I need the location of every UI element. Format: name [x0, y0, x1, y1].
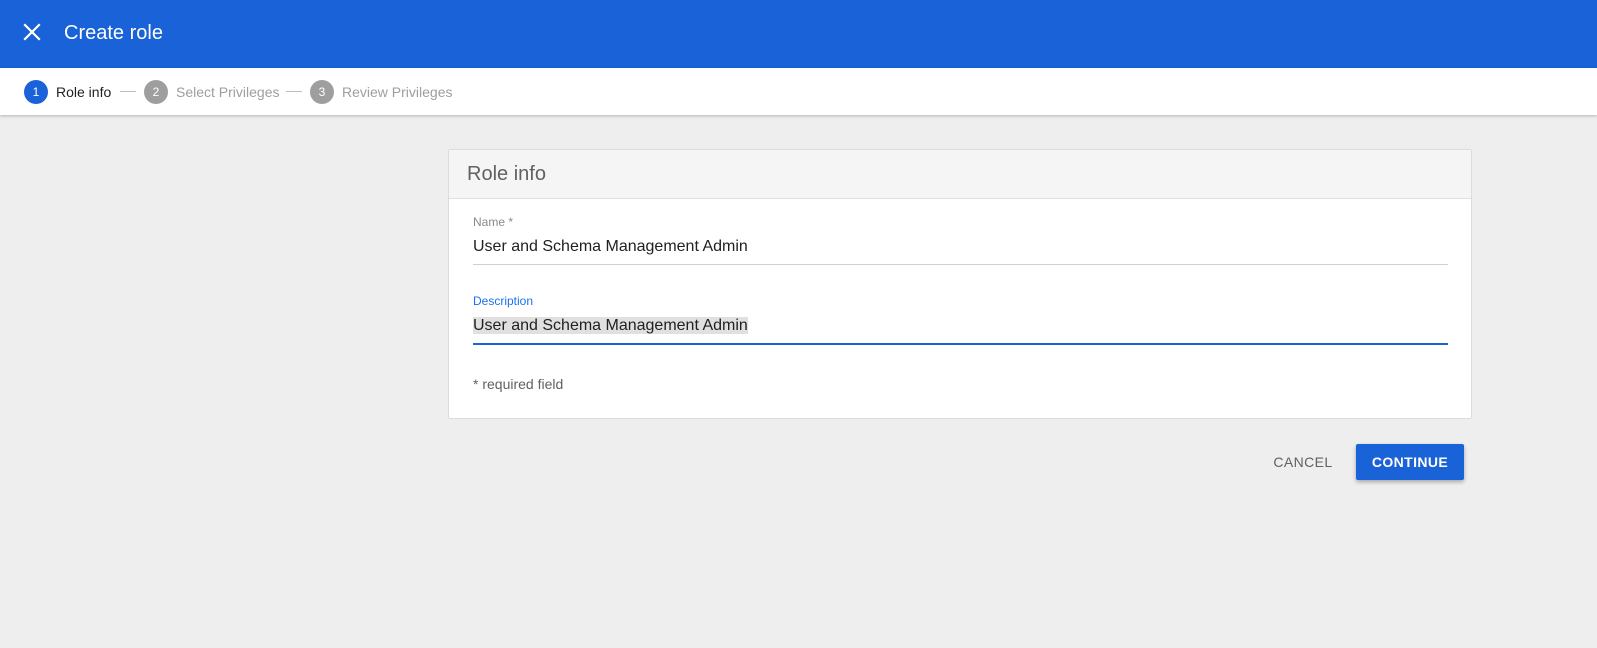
name-field-underline — [473, 264, 1448, 265]
role-info-card: Role info Name * Description User and Sc… — [448, 149, 1472, 419]
description-field-underline — [473, 343, 1448, 345]
continue-button[interactable]: CONTINUE — [1356, 444, 1464, 480]
step-label: Select Privileges — [176, 84, 280, 100]
card-header: Role info — [449, 150, 1471, 199]
page-title: Create role — [64, 22, 163, 44]
step-review-privileges[interactable]: 3 Review Privileges — [310, 80, 452, 104]
stepper: 1 Role info 2 Select Privileges 3 Review… — [0, 68, 1597, 115]
step-separator — [286, 91, 302, 92]
close-icon[interactable] — [20, 20, 44, 44]
cancel-button[interactable]: CANCEL — [1262, 444, 1344, 480]
required-field-note: * required field — [473, 376, 564, 392]
description-input[interactable]: User and Schema Management Admin — [473, 314, 1448, 338]
step-select-privileges[interactable]: 2 Select Privileges — [144, 80, 280, 104]
card-title: Role info — [467, 162, 546, 185]
description-field-label: Description — [473, 294, 534, 308]
name-field: Name * — [473, 215, 1448, 265]
description-selected-text: User and Schema Management Admin — [473, 317, 748, 334]
step-number: 2 — [144, 80, 168, 104]
step-separator — [120, 91, 136, 92]
name-input[interactable] — [473, 235, 1448, 259]
step-number: 1 — [24, 80, 48, 104]
description-field: Description User and Schema Management A… — [473, 294, 1448, 345]
step-label: Role info — [56, 84, 112, 100]
step-role-info[interactable]: 1 Role info — [24, 80, 111, 104]
step-label: Review Privileges — [342, 84, 453, 100]
app-bar: Create role — [0, 0, 1597, 68]
step-number: 3 — [310, 80, 334, 104]
name-field-label: Name * — [473, 215, 514, 229]
